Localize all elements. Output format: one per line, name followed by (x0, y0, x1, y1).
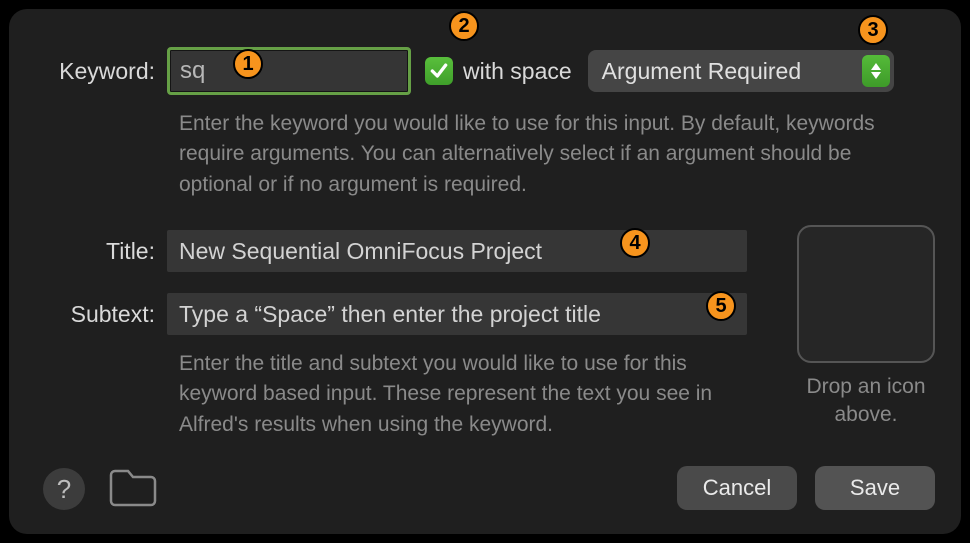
cancel-button-label: Cancel (703, 475, 771, 501)
reveal-folder-button[interactable] (107, 465, 159, 514)
annotation-badge-1: 1 (233, 49, 263, 79)
argument-mode-value: Argument Required (602, 58, 801, 85)
checkmark-icon (429, 61, 449, 81)
annotation-badge-4: 4 (620, 228, 650, 258)
annotation-badge-5: 5 (706, 291, 736, 321)
keyword-input[interactable] (167, 47, 411, 95)
subtext-label: Subtext: (9, 301, 167, 328)
icon-well-caption: Drop an icon above. (797, 373, 935, 430)
title-label: Title: (9, 238, 167, 265)
cancel-button[interactable]: Cancel (677, 466, 797, 510)
with-space-checkbox[interactable] (425, 57, 453, 85)
annotation-badge-2: 2 (449, 11, 479, 41)
title-input[interactable] (167, 230, 747, 272)
keyword-label: Keyword: (9, 58, 167, 85)
help-button[interactable]: ? (43, 468, 85, 510)
dialog-window: Keyword: with space Argument Required En… (9, 9, 961, 534)
save-button[interactable]: Save (815, 466, 935, 510)
save-button-label: Save (850, 475, 900, 501)
with-space-label: with space (463, 58, 572, 85)
argument-mode-select[interactable]: Argument Required (588, 50, 894, 92)
title-help-text: Enter the title and subtext you would li… (179, 349, 769, 440)
keyword-help-text: Enter the keyword you would like to use … (179, 109, 889, 200)
title-row: Title: (9, 230, 769, 272)
select-stepper-icon (862, 55, 890, 87)
question-icon: ? (57, 474, 71, 505)
folder-icon (107, 465, 159, 509)
subtext-row: Subtext: (9, 293, 769, 335)
icon-well-container: Drop an icon above. (797, 225, 935, 430)
icon-drop-well[interactable] (797, 225, 935, 363)
annotation-badge-3: 3 (858, 15, 888, 45)
keyword-row: Keyword: with space Argument Required (9, 47, 961, 95)
subtext-input[interactable] (167, 293, 747, 335)
